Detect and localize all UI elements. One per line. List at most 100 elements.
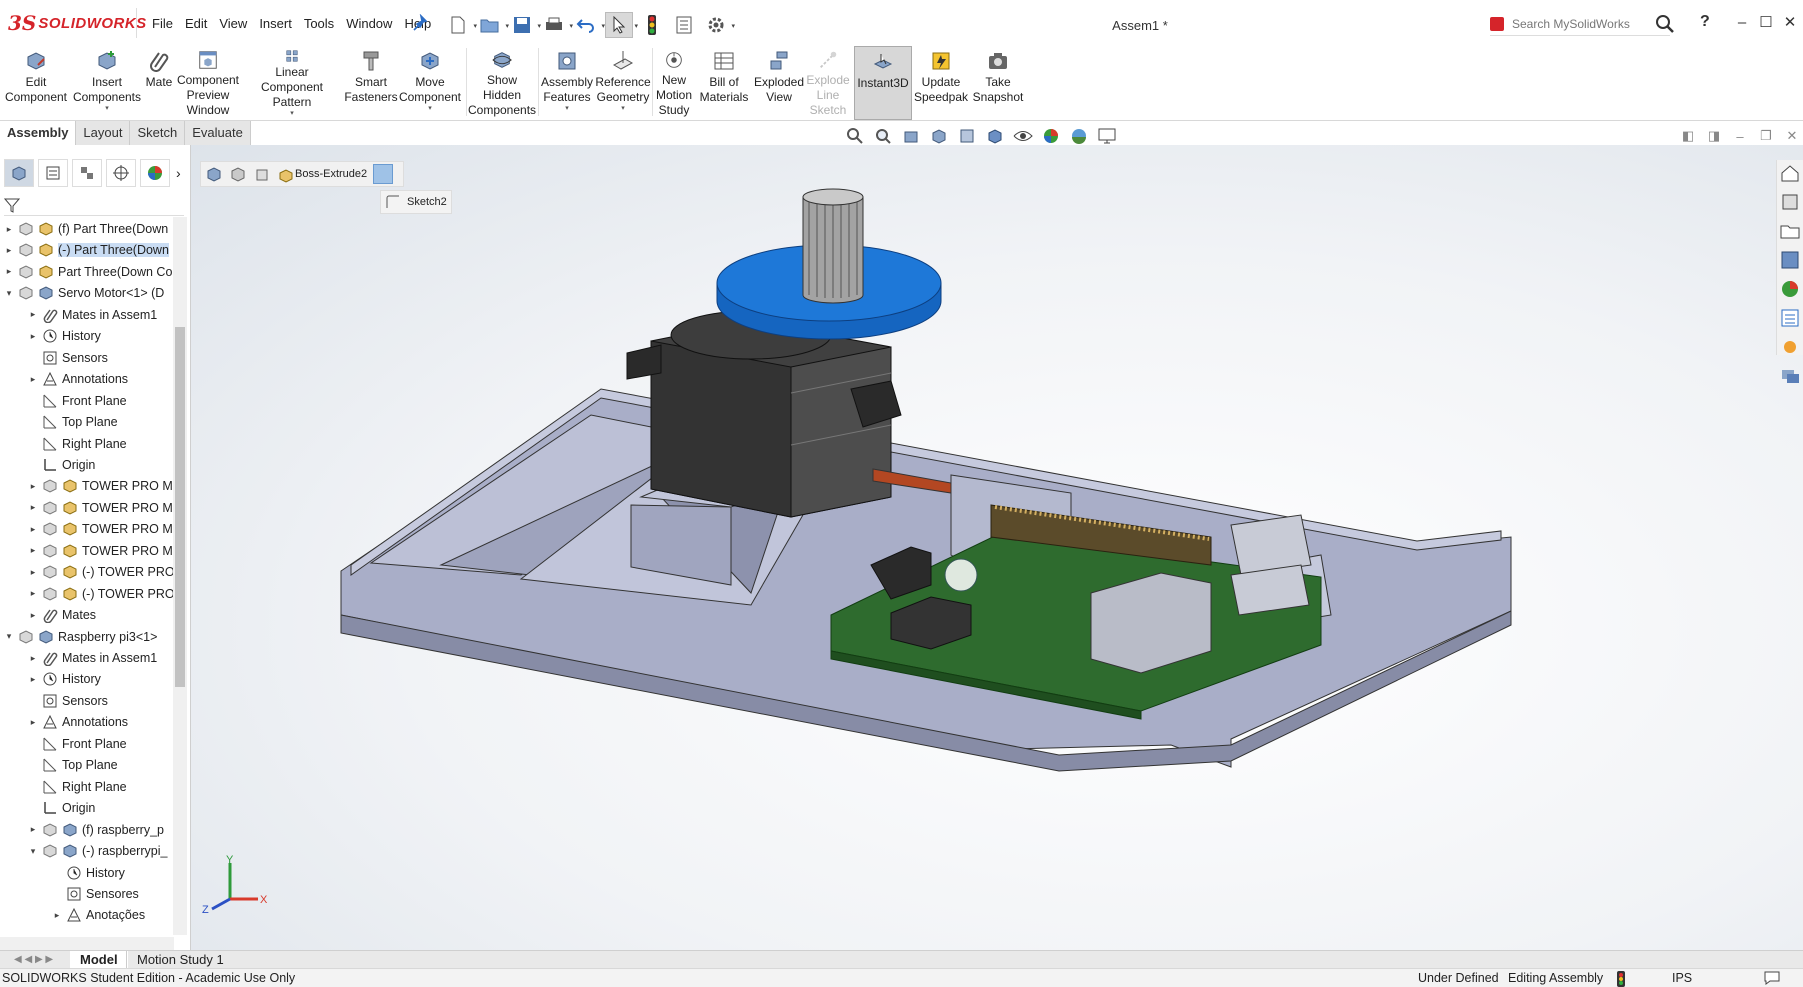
tree-node[interactable]: ▾ (-) raspberrypi_ [28,841,168,861]
undo-button[interactable]: ▾ [573,13,605,37]
chevron-down-icon[interactable]: ▾ [105,105,109,113]
pin-icon[interactable] [412,14,430,32]
chevron-right-icon[interactable]: ▸ [28,374,38,385]
close-icon[interactable]: ✕ [1778,12,1802,32]
breadcrumb-feature[interactable]: Boss-Extrude2 [277,165,367,183]
tab-evaluate[interactable]: Evaluate [185,121,251,145]
chevron-right-icon[interactable]: ▸ [28,824,38,835]
tree-node[interactable]: Sensors [28,348,108,368]
tree-node[interactable]: ▸ TOWER PRO M [28,498,173,518]
tree-node[interactable]: Front Plane [28,391,127,411]
chevron-right-icon[interactable]: ▸ [28,481,38,492]
tab-assembly[interactable]: Assembly [0,121,77,145]
chevron-right-icon[interactable]: › [176,165,181,181]
edit-appearance-button[interactable] [1041,126,1061,146]
chevron-down-icon[interactable]: ▾ [28,846,38,857]
tree-node[interactable]: Sensores [52,884,139,904]
exploded-view-button[interactable]: Exploded View [752,46,806,118]
chevron-right-icon[interactable]: ▸ [28,331,38,342]
chevron-down-icon[interactable]: ▾ [4,631,14,642]
featuremanager-tab[interactable] [4,159,34,187]
view-settings-button[interactable] [1097,126,1117,146]
solidworks-logo[interactable]: 3S SOLIDWORKS [8,10,146,36]
bill-of-materials-button[interactable]: Bill of Materials [700,46,748,118]
tree-node[interactable]: ▸ (f) raspberry_p [28,820,164,840]
comments-icon[interactable] [1764,971,1780,985]
tree-node[interactable]: ▸ History [28,669,101,689]
forum-icon[interactable] [1779,365,1801,387]
tree-node[interactable]: ▸ (-) TOWER PRO [28,562,174,582]
save-button[interactable]: ▾ [509,13,541,37]
section-view-button[interactable] [929,126,949,146]
smart-fasteners-button[interactable]: Smart Fasteners [342,46,400,118]
status-units[interactable]: IPS [1672,969,1692,987]
instant3d-button[interactable]: Instant3D [854,46,912,120]
tree-node[interactable]: ▾ Servo Motor<1> (D [4,283,165,303]
sketch-breadcrumb[interactable]: Sketch2 [380,190,452,214]
menu-edit[interactable]: Edit [179,14,213,33]
tree-node[interactable]: ▸ Mates in Assem1 [28,648,157,668]
select-button[interactable]: ▾ [605,12,638,38]
solidworks-resources-icon[interactable] [1779,336,1801,358]
tree-node[interactable]: Sensors [28,691,108,711]
split-view-icon[interactable]: ◧ [1675,126,1701,146]
breadcrumb-subassembly[interactable] [229,165,247,183]
tab-nav-arrows[interactable]: ◀ ◀ ▶ ▶ [4,951,63,969]
tree-node[interactable]: Right Plane [28,434,127,454]
breadcrumb-part[interactable] [253,165,271,183]
tree-node[interactable]: ▸ Mates in Assem1 [28,305,157,325]
open-button[interactable]: ▾ [477,13,509,37]
display-style-button[interactable] [985,126,1005,146]
scroll-thumb[interactable] [175,327,185,687]
chevron-right-icon[interactable]: ▸ [28,502,38,513]
appearances-icon[interactable] [1779,278,1801,300]
tree-node[interactable]: ▸ TOWER PRO M [28,541,173,561]
rebuild-status-icon[interactable] [1616,971,1626,987]
chevron-down-icon[interactable]: ▾ [290,110,294,118]
chevron-right-icon[interactable]: ▸ [28,674,38,685]
assembly-features-button[interactable]: Assembly Features ▾ [540,46,594,118]
search-icon[interactable] [1655,14,1675,34]
chevron-right-icon[interactable]: ▸ [4,224,14,235]
tree-node[interactable]: Top Plane [28,412,118,432]
propertymanager-tab[interactable] [38,159,68,187]
tree-node[interactable]: Top Plane [28,755,118,775]
link-views-icon[interactable]: ◨ [1701,126,1727,146]
chevron-down-icon[interactable]: ▾ [621,105,625,113]
chevron-right-icon[interactable]: ▸ [28,610,38,621]
custom-properties-icon[interactable] [1779,307,1801,329]
chevron-right-icon[interactable]: ▸ [28,653,38,664]
reference-geometry-button[interactable]: Reference Geometry ▾ [594,46,652,118]
view-orientation-button[interactable] [957,126,977,146]
previous-view-button[interactable] [901,126,921,146]
file-properties-button[interactable] [671,13,697,37]
new-motion-study-button[interactable]: New Motion Study [654,46,694,118]
design-library-icon[interactable] [1779,191,1801,213]
zoom-to-fit-button[interactable] [845,126,865,146]
options-button[interactable]: ▾ [703,13,735,37]
new-document-button[interactable]: ▾ [445,13,477,37]
file-explorer-icon[interactable] [1779,220,1801,242]
graphics-area[interactable] [191,145,1803,950]
tree-node[interactable]: History [52,863,125,883]
tree-node[interactable]: ▸ Annotations [28,712,128,732]
chevron-down-icon[interactable]: ▾ [4,288,14,299]
hide-show-items-button[interactable] [1013,126,1033,146]
minimize-icon[interactable]: – [1730,12,1754,32]
move-component-button[interactable]: Move Component ▾ [398,46,462,118]
explode-line-sketch-button[interactable]: Explode Line Sketch [806,46,850,118]
tree-node[interactable]: ▸ TOWER PRO M [28,476,173,496]
assembly-model[interactable] [191,145,1803,950]
chevron-down-icon[interactable]: ▾ [565,105,569,113]
breadcrumb-assembly[interactable] [205,165,223,183]
chevron-right-icon[interactable]: ▸ [28,717,38,728]
tree-node[interactable]: ▸ History [28,326,101,346]
tree-node[interactable]: Right Plane [28,777,127,797]
tree-node[interactable]: ▸ Part Three(Down Co [4,262,173,282]
tab-model[interactable]: Model [70,951,128,969]
mate-button[interactable]: Mate [144,46,174,118]
menu-insert[interactable]: Insert [253,14,298,33]
tree-filter[interactable] [3,197,184,216]
edit-component-button[interactable]: Edit Component [2,46,70,118]
chevron-right-icon[interactable]: ▸ [4,245,14,256]
